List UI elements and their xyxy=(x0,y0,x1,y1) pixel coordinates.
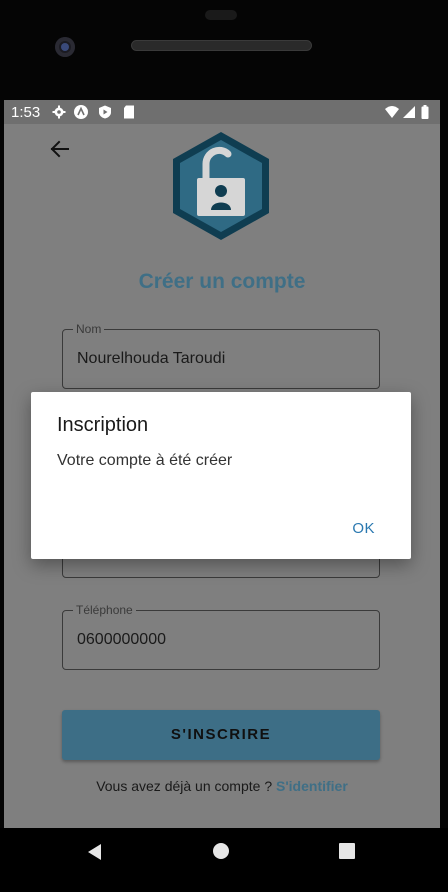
nav-recent-apps-icon[interactable] xyxy=(339,843,355,859)
register-button[interactable]: S'INSCRIRE xyxy=(62,710,380,760)
signin-prompt: Vous avez déjà un compte ? S'identifier xyxy=(4,778,440,794)
name-field-label: Nom xyxy=(73,322,105,336)
signin-link[interactable]: S'identifier xyxy=(276,778,348,794)
dialog-message: Votre compte à été créer xyxy=(57,452,233,469)
arrow-left-icon[interactable] xyxy=(47,136,73,162)
dialog-ok-button[interactable]: OK xyxy=(352,520,375,537)
earpiece xyxy=(205,10,237,20)
phone-bezel-top xyxy=(0,0,448,100)
name-field[interactable]: Nom Nourelhouda Taroudi xyxy=(62,322,380,389)
status-bar: 1:53 xyxy=(4,100,440,124)
shield-icon xyxy=(98,105,112,119)
signal-icon xyxy=(402,105,416,119)
wifi-icon xyxy=(385,105,399,119)
front-camera xyxy=(55,37,75,57)
speaker-grille xyxy=(131,40,312,51)
sd-card-icon xyxy=(123,105,137,119)
page-title: Créer un compte xyxy=(138,270,306,293)
navigation-bar xyxy=(0,828,448,892)
status-time: 1:53 xyxy=(11,104,41,121)
registration-dialog: Inscription Votre compte à été créer OK xyxy=(31,392,411,559)
gear-icon xyxy=(52,105,66,119)
name-field-value: Nourelhouda Taroudi xyxy=(77,350,226,367)
phone-bezel-right xyxy=(440,100,448,828)
phone-field-label: Téléphone xyxy=(73,603,136,617)
signin-prompt-text: Vous avez déjà un compte ? xyxy=(96,778,273,794)
phone-field[interactable]: Téléphone 0600000000 xyxy=(62,603,380,670)
unlocked-padlock-hexagon-icon xyxy=(169,130,273,242)
nav-back-icon[interactable] xyxy=(86,842,104,862)
nav-home-icon[interactable] xyxy=(213,843,229,859)
app-circle-icon xyxy=(74,105,88,119)
phone-field-value: 0600000000 xyxy=(77,631,166,648)
battery-icon xyxy=(421,105,429,119)
dialog-title: Inscription xyxy=(57,414,149,436)
